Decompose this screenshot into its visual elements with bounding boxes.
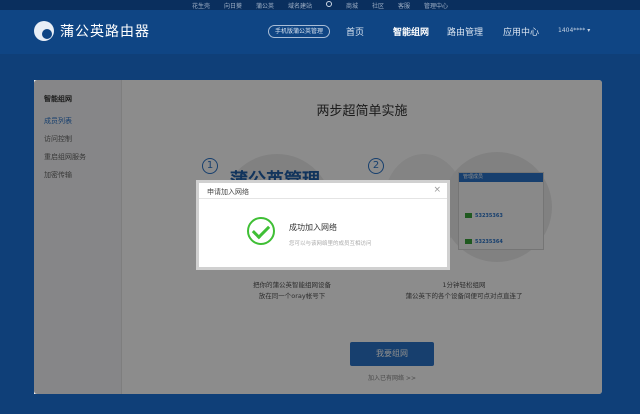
dialog-success-message: 成功加入网络	[289, 223, 337, 232]
top-link-community[interactable]: 社区	[372, 1, 384, 10]
top-link-pugongying[interactable]: 蒲公英	[256, 1, 274, 10]
top-link-store[interactable]: 商城	[346, 1, 358, 10]
join-network-dialog: 申请加入网络 × 成功加入网络 您可以与该网络里的成员互相访问	[196, 180, 450, 270]
caret-down-icon: ▾	[587, 27, 591, 34]
header-bar: 蒲公英路由器 手机版蒲公英管理 首页 智能组网 路由管理 应用中心 1404**…	[0, 10, 640, 54]
main-nav: 首页 智能组网 路由管理 应用中心	[0, 10, 640, 54]
top-link-support[interactable]: 客服	[398, 1, 410, 10]
nav-app-center[interactable]: 应用中心	[503, 25, 539, 38]
top-link-strip: 花生壳 向日葵 蒲公英 域名建站 商城 社区 客服 管理中心	[0, 0, 640, 10]
top-link-xiangrikui[interactable]: 向日葵	[224, 1, 242, 10]
nav-router-management[interactable]: 路由管理	[447, 25, 483, 38]
dialog-sub-message: 您可以与该网络里的成员互相访问	[289, 241, 372, 247]
top-link-huashengke[interactable]: 花生壳	[192, 1, 210, 10]
account-id: 1404****	[558, 27, 586, 34]
nav-smart-network[interactable]: 智能组网	[393, 25, 429, 38]
nav-home[interactable]: 首页	[346, 25, 364, 38]
close-icon[interactable]: ×	[433, 185, 441, 195]
oray-circle-icon	[326, 1, 332, 7]
account-menu[interactable]: 1404**** ▾	[558, 27, 590, 34]
dialog-divider	[199, 198, 447, 199]
top-link-admin[interactable]: 管理中心	[424, 1, 448, 10]
dialog-title: 申请加入网络	[207, 188, 249, 196]
top-link-domain[interactable]: 域名建站	[288, 1, 312, 10]
success-check-icon	[247, 217, 275, 245]
